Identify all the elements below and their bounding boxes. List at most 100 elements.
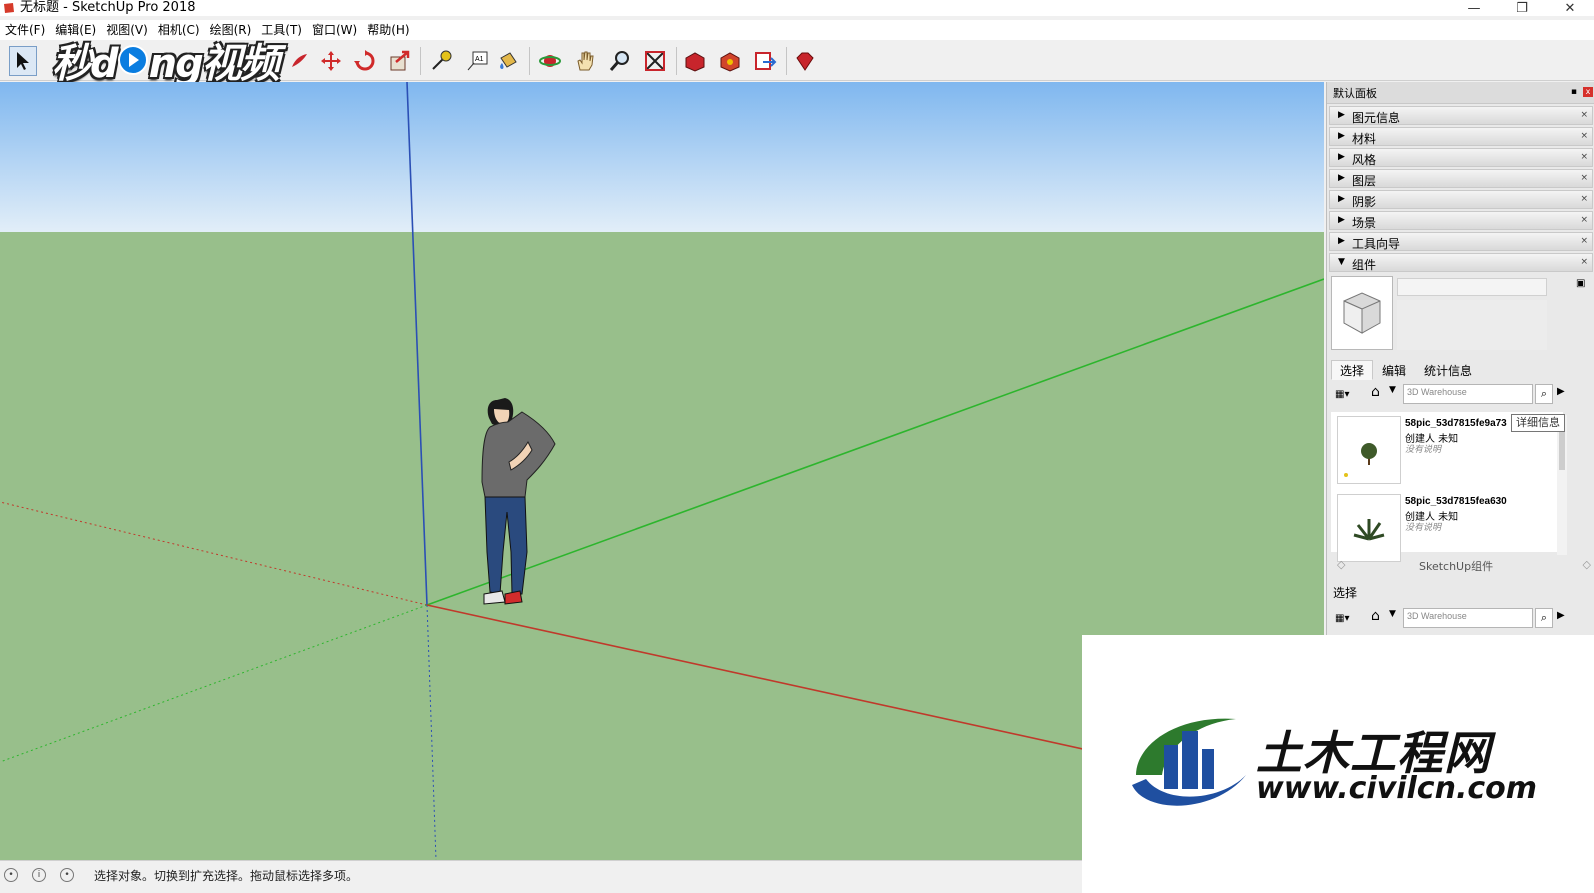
send-to-layout-icon bbox=[755, 52, 777, 70]
close-button[interactable]: ✕ bbox=[1546, 0, 1594, 16]
tray-label: 场景 bbox=[1352, 216, 1377, 230]
extension-warehouse-button[interactable] bbox=[716, 46, 744, 76]
view-options-icon[interactable]: ▦▾ bbox=[1335, 386, 1357, 404]
search-icon[interactable]: ⌕ bbox=[1535, 608, 1553, 628]
results-scrollbar-thumb[interactable] bbox=[1559, 430, 1565, 470]
result-description: 没有说明 bbox=[1405, 523, 1442, 533]
menu-help[interactable]: 帮助(H) bbox=[362, 20, 414, 40]
back-arrow-icon[interactable]: ◇ bbox=[1337, 558, 1345, 571]
tab-select[interactable]: 选择 bbox=[1331, 360, 1374, 380]
select-tool-button[interactable] bbox=[9, 46, 37, 76]
tray-close-icon[interactable]: × bbox=[1580, 215, 1588, 225]
sky bbox=[0, 82, 1324, 232]
secondary-select-title: 选择 bbox=[1333, 586, 1358, 600]
warehouse-search-input[interactable]: 3D Warehouse bbox=[1403, 384, 1533, 404]
tab-edit[interactable]: 编辑 bbox=[1373, 360, 1415, 380]
tray-instructor[interactable]: ▶ 工具向导 × bbox=[1329, 232, 1593, 251]
civilcn-logo-icon bbox=[1132, 718, 1246, 806]
panel-title: 默认面板 bbox=[1333, 87, 1377, 100]
user-icon[interactable]: • bbox=[60, 868, 74, 882]
svg-text:A1: A1 bbox=[475, 56, 484, 63]
move-tool-button[interactable] bbox=[317, 46, 345, 76]
tray-close-icon[interactable]: × bbox=[1580, 194, 1588, 204]
panel-close-icon[interactable]: x bbox=[1583, 87, 1593, 97]
tray-close-icon[interactable]: × bbox=[1580, 110, 1588, 120]
orbit-tool-button[interactable] bbox=[536, 46, 564, 76]
tray-scenes[interactable]: ▶ 场景 × bbox=[1329, 211, 1593, 230]
credits-icon[interactable]: i bbox=[32, 868, 46, 882]
ruby-icon bbox=[796, 52, 814, 71]
tray-components[interactable]: ▼ 组件 × bbox=[1329, 253, 1593, 272]
details-tooltip: 详细信息 bbox=[1511, 414, 1565, 432]
tray-materials[interactable]: ▶ 材料 × bbox=[1329, 127, 1593, 146]
restore-button[interactable]: ❐ bbox=[1498, 0, 1546, 16]
paint-tool-button[interactable] bbox=[285, 46, 313, 76]
tray-layers[interactable]: ▶ 图层 × bbox=[1329, 169, 1593, 188]
zoom-extents-icon bbox=[645, 51, 665, 71]
view-options-icon[interactable]: ▦▾ bbox=[1335, 610, 1357, 628]
warehouse-button[interactable] bbox=[681, 46, 709, 76]
tape-measure-tool-button[interactable] bbox=[427, 46, 455, 76]
plant-icon bbox=[1353, 519, 1385, 541]
tray-close-icon[interactable]: × bbox=[1580, 152, 1588, 162]
details-arrow-icon[interactable]: ▶ bbox=[1557, 610, 1569, 624]
geo-location-icon[interactable]: • bbox=[4, 868, 18, 882]
component-thumbnail bbox=[1337, 494, 1401, 562]
expand-arrow-icon: ▶ bbox=[1338, 110, 1345, 120]
expand-arrow-icon: ▶ bbox=[1338, 194, 1345, 204]
details-arrow-icon[interactable]: ▶ bbox=[1557, 386, 1569, 400]
component-results-list: 58pic_53d7815fe9a73 创建人 未知 没有说明 58pic_53… bbox=[1331, 412, 1563, 562]
pan-tool-button[interactable] bbox=[571, 46, 599, 76]
push-pull-icon bbox=[390, 50, 410, 71]
navigation-dropdown-icon[interactable]: ▼ bbox=[1389, 385, 1396, 395]
list-item[interactable]: 58pic_53d7815fea630 创建人 未知 没有说明 bbox=[1335, 490, 1559, 562]
paint-bucket-tool-button[interactable] bbox=[494, 46, 522, 76]
component-description-field[interactable] bbox=[1397, 300, 1547, 350]
expand-arrow-icon: ▶ bbox=[1338, 173, 1345, 183]
home-icon[interactable]: ⌂ bbox=[1371, 608, 1387, 626]
menu-file[interactable]: 文件(F) bbox=[0, 20, 50, 40]
orbit-icon bbox=[539, 55, 561, 67]
zoom-tool-button[interactable] bbox=[606, 46, 634, 76]
text-tool-button[interactable]: A1 bbox=[463, 46, 491, 76]
component-cube-icon bbox=[1343, 292, 1381, 334]
search-icon[interactable]: ⌕ bbox=[1535, 384, 1553, 404]
tray-label: 风格 bbox=[1352, 153, 1377, 167]
secondary-search-input[interactable]: 3D Warehouse bbox=[1403, 608, 1533, 628]
tray-close-icon[interactable]: × bbox=[1580, 257, 1588, 267]
display-secondary-pane-icon[interactable]: ▣ bbox=[1576, 278, 1590, 292]
pin-icon[interactable]: ▪ bbox=[1571, 87, 1577, 97]
tray-close-icon[interactable]: × bbox=[1580, 236, 1588, 246]
move-icon bbox=[321, 51, 341, 71]
menu-window[interactable]: 窗口(W) bbox=[307, 20, 362, 40]
component-thumbnail bbox=[1337, 416, 1401, 484]
select-icon bbox=[17, 52, 29, 70]
rotate-tool-button[interactable] bbox=[351, 46, 379, 76]
minimize-button[interactable]: — bbox=[1450, 0, 1498, 16]
tray-styles[interactable]: ▶ 风格 × bbox=[1329, 148, 1593, 167]
tab-statistics[interactable]: 统计信息 bbox=[1415, 360, 1481, 380]
push-pull-tool-button[interactable] bbox=[386, 46, 414, 76]
collection-label: SketchUp组件 bbox=[1419, 560, 1494, 573]
paint-icon bbox=[292, 54, 307, 67]
tray-shadows[interactable]: ▶ 阴影 × bbox=[1329, 190, 1593, 209]
panel-header: 默认面板 ▪ x bbox=[1327, 82, 1594, 104]
navigation-dropdown-icon[interactable]: ▼ bbox=[1389, 609, 1396, 619]
zoom-extents-tool-button[interactable] bbox=[641, 46, 669, 76]
tray-entity-info[interactable]: ▶ 图元信息 × bbox=[1329, 106, 1593, 125]
warehouse-icon bbox=[685, 52, 705, 72]
tray-close-icon[interactable]: × bbox=[1580, 131, 1588, 141]
tray-close-icon[interactable]: × bbox=[1580, 173, 1588, 183]
tray-label: 工具向导 bbox=[1352, 237, 1401, 251]
forward-arrow-icon[interactable]: ◇ bbox=[1583, 558, 1591, 571]
collapse-arrow-icon: ▼ bbox=[1338, 257, 1345, 267]
home-icon[interactable]: ⌂ bbox=[1371, 384, 1387, 402]
component-name-field[interactable] bbox=[1397, 278, 1547, 296]
ruby-console-button[interactable] bbox=[791, 46, 819, 76]
paint-bucket-icon bbox=[500, 52, 517, 69]
tree-icon bbox=[1344, 443, 1377, 477]
send-to-layout-button[interactable] bbox=[751, 46, 779, 76]
rotate-icon bbox=[354, 50, 375, 71]
window-title: 无标题 - SketchUp Pro 2018 bbox=[20, 0, 196, 15]
expand-arrow-icon: ▶ bbox=[1338, 131, 1345, 141]
